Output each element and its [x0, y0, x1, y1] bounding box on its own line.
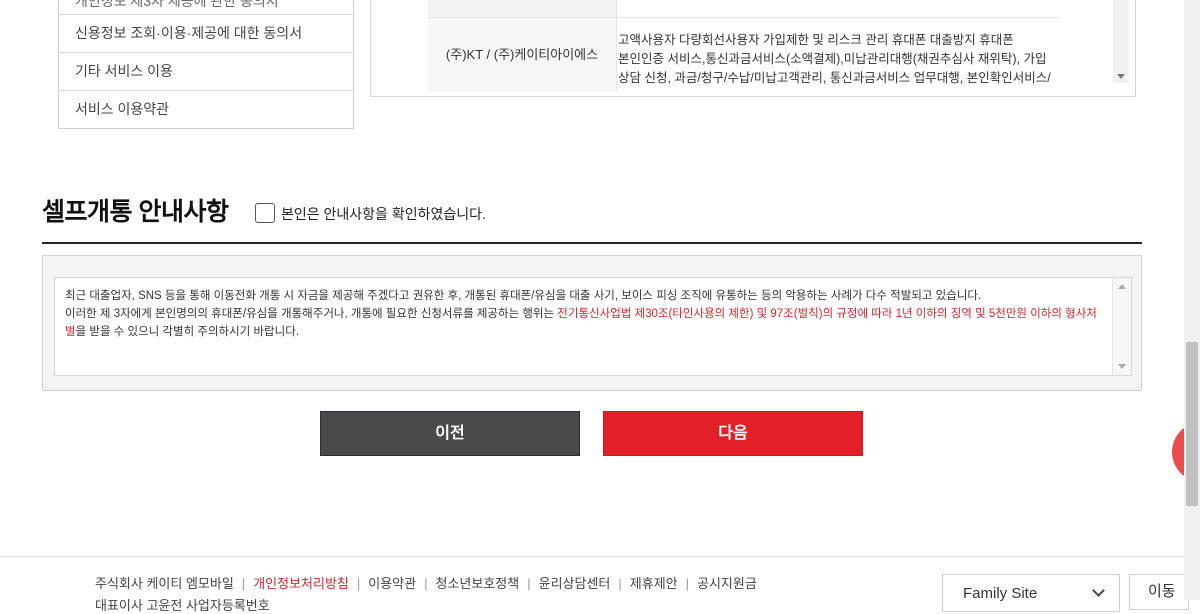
notice-text: 최근 대출업자, SNS 등을 통해 이동전화 개통 시 자금을 제공해 주겠다… — [65, 287, 1105, 341]
notice-textarea[interactable]: 최근 대출업자, SNS 등을 통해 이동전화 개통 시 자금을 제공해 주겠다… — [54, 277, 1132, 376]
terms-table-box[interactable]: (주)KT / (주)케이티아이에스 고액사용자 다량회선사용자 가입제한 및 … — [370, 0, 1136, 97]
footer-separator: | — [424, 576, 428, 591]
notice-header: 셀프개통 안내사항 본인은 안내사항을 확인하였습니다. — [42, 192, 1142, 244]
footer-links: 주식회사 케이티 엠모바일 | 개인정보처리방침 | 이용약관 | 청소년보호정책 | 윤리상담… — [95, 573, 757, 592]
footer-separator: | — [685, 576, 690, 591]
scroll-down-arrow-icon[interactable] — [1118, 364, 1126, 369]
footer-link-terms[interactable]: 이용약관 — [368, 576, 416, 591]
terms-purpose-cell: 고액사용자 다량회선사용자 가입제한 및 리스크 관리 휴대폰 대출방지 휴대폰… — [618, 33, 1051, 85]
scroll-up-arrow-icon[interactable] — [1118, 284, 1126, 289]
footer-separator: | — [618, 576, 622, 591]
page-scrollbar[interactable] — [1184, 0, 1200, 600]
consent-item-other-services[interactable]: 기타 서비스 이용 — [59, 52, 353, 90]
footer-separator: | — [241, 576, 246, 591]
consent-item-terms-of-service[interactable]: 서비스 이용약관 — [59, 90, 353, 128]
consent-item-credit-info[interactable]: 신용정보 조회·이용·제공에 대한 동의서 — [59, 14, 353, 52]
notice-line-2: 이러한 제 3자에게 본인명의의 휴대폰/유심을 개통해주거나, 개통에 필요한… — [65, 305, 1105, 341]
prev-button[interactable]: 이전 — [320, 411, 580, 456]
notice-box: 최근 대출업자, SNS 등을 통해 이동전화 개통 시 자금을 제공해 주겠다… — [42, 255, 1142, 391]
footer-company-info: 대표이사 고윤전 사업자등록번호 — [95, 598, 270, 613]
chevron-down-icon — [1092, 584, 1105, 597]
next-button[interactable]: 다음 — [603, 411, 863, 456]
family-site-go-button[interactable]: 이동 — [1129, 574, 1189, 610]
footer-link-subsidy[interactable]: 공시지원금 — [697, 576, 757, 591]
footer-link-privacy-policy[interactable]: 개인정보처리방침 — [253, 576, 349, 591]
terms-provider-cell: (주)KT / (주)케이티아이에스 — [428, 18, 617, 91]
footer-link-partnership[interactable]: 제휴제안 — [630, 576, 678, 591]
family-site-select[interactable]: Family Site — [942, 574, 1120, 612]
consent-document-list: 개인정보 제3자 제공에 관한 동의서 신용정보 조회·이용·제공에 대한 동의… — [58, 0, 354, 129]
terms-table: (주)KT / (주)케이티아이에스 고액사용자 다량회선사용자 가입제한 및 … — [384, 0, 1108, 91]
terms-table-row-previous — [428, 0, 1060, 18]
notice-line-2-end: 을 받을 수 있으니 각별히 주의하시기 바랍니다. — [75, 326, 299, 338]
scroll-down-arrow-icon[interactable] — [1117, 74, 1125, 79]
notice-confirm-checkbox[interactable] — [255, 203, 275, 223]
footer-separator: | — [356, 576, 361, 591]
notice-title: 셀프개통 안내사항 — [42, 198, 229, 226]
footer: 주식회사 케이티 엠모바일 | 개인정보처리방침 | 이용약관 | 청소년보호정책 | 윤리상담… — [0, 556, 1189, 613]
footer-link-ethics-center[interactable]: 윤리상담센터 — [539, 576, 611, 591]
footer-link-company[interactable]: 주식회사 케이티 엠모바일 — [95, 576, 234, 591]
consent-item-partial[interactable]: 개인정보 제3자 제공에 관한 동의서 — [59, 0, 353, 14]
notice-confirm-label[interactable]: 본인은 안내사항을 확인하였습니다. — [281, 204, 486, 224]
footer-link-youth-policy[interactable]: 청소년보호정책 — [436, 576, 520, 591]
terms-scrollbar[interactable] — [1113, 0, 1129, 83]
notice-line-2-start: 이러한 제 3자에게 본인명의의 휴대폰/유심을 개통해주거나, 개통에 필요한… — [65, 308, 558, 320]
notice-scrollbar[interactable] — [1112, 278, 1131, 375]
page-scrollbar-thumb[interactable] — [1186, 342, 1198, 506]
terms-table-cell — [428, 0, 617, 17]
notice-line-1: 최근 대출업자, SNS 등을 통해 이동전화 개통 시 자금을 제공해 주겠다… — [65, 290, 982, 302]
family-site-label: Family Site — [963, 585, 1038, 602]
footer-separator: | — [527, 576, 531, 591]
